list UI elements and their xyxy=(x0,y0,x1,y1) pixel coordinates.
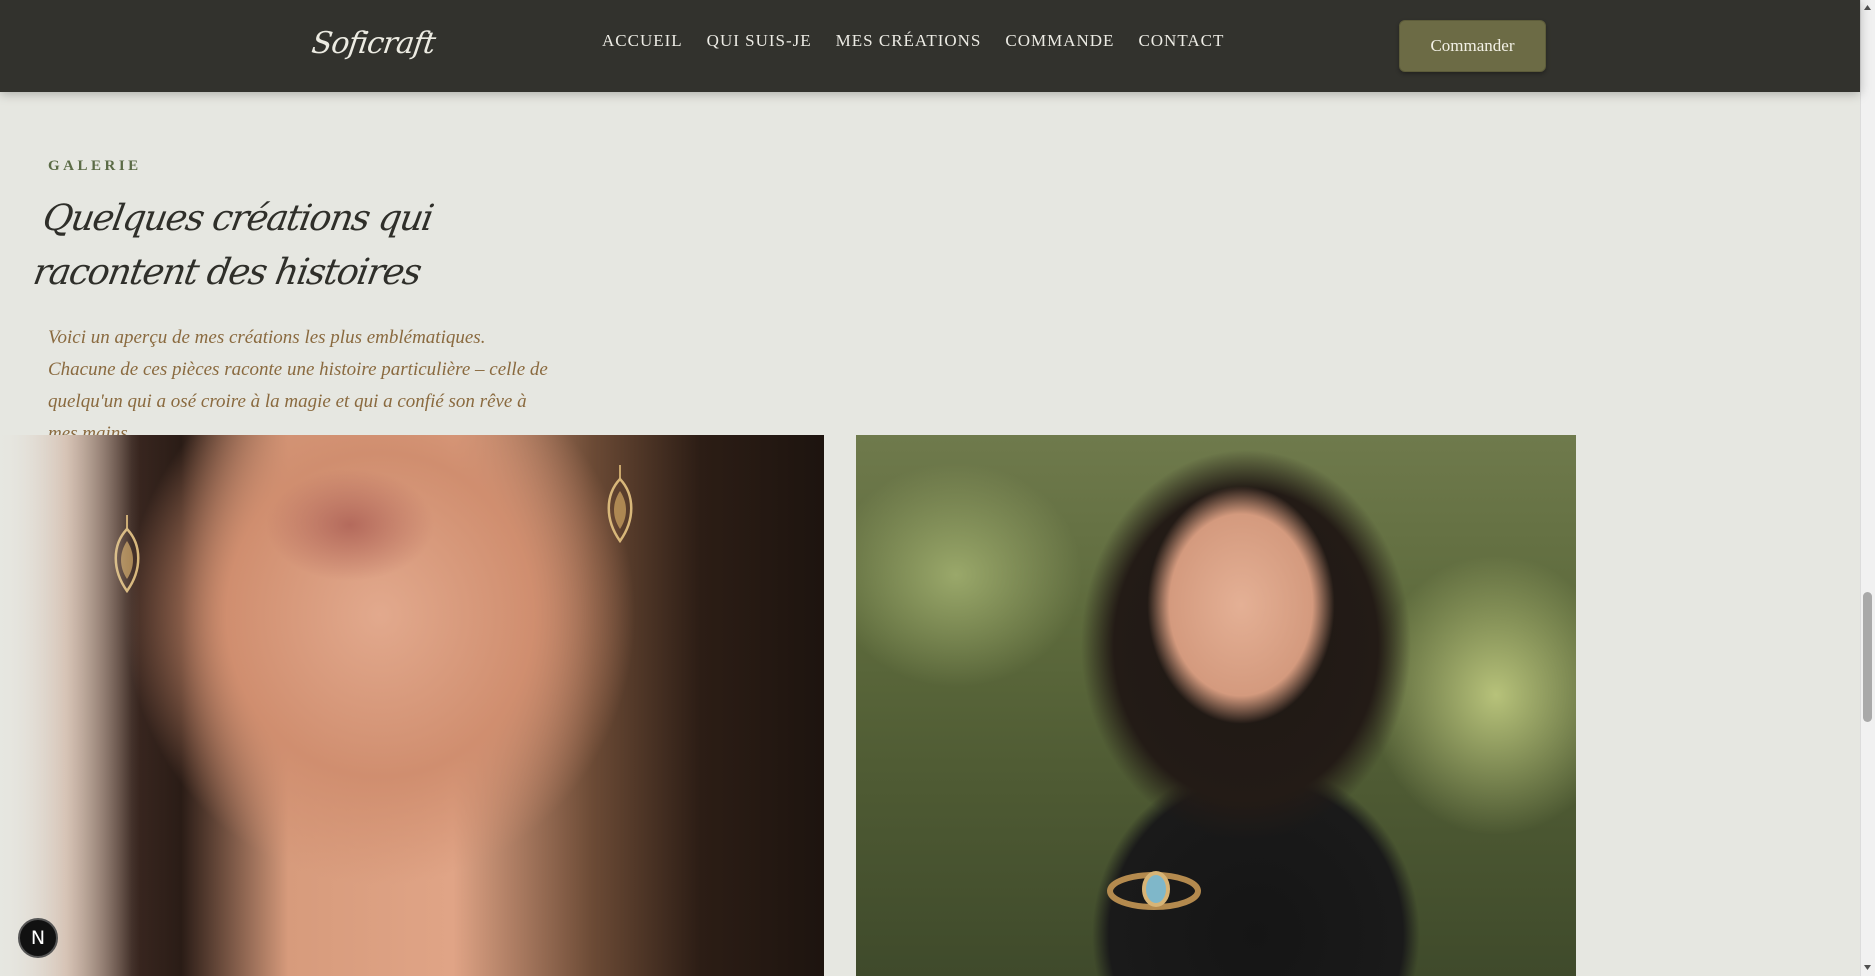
earring-icon xyxy=(114,515,140,593)
earring-icon xyxy=(607,465,633,543)
nav-link-mes-creations[interactable]: MES CRÉATIONS xyxy=(836,31,982,51)
nav-link-commande[interactable]: COMMANDE xyxy=(1005,31,1114,51)
section-eyebrow: GALERIE xyxy=(48,158,142,174)
gallery-photo-bracelet[interactable] xyxy=(856,435,1576,976)
main-nav: ACCUEIL QUI SUIS-JE MES CRÉATIONS COMMAN… xyxy=(602,31,1248,51)
nav-link-qui-suis-je[interactable]: QUI SUIS-JE xyxy=(707,31,812,51)
nav-link-contact[interactable]: CONTACT xyxy=(1138,31,1224,51)
scrollbar-thumb[interactable] xyxy=(1863,592,1872,722)
n-badge-button[interactable]: N xyxy=(18,918,58,958)
bracelet-icon xyxy=(1107,871,1201,910)
scroll-down-arrow-icon[interactable] xyxy=(1863,963,1872,972)
order-button[interactable]: Commander xyxy=(1399,20,1546,72)
section-title: Quelques créations qui racontent des his… xyxy=(30,198,436,293)
nav-link-accueil[interactable]: ACCUEIL xyxy=(602,31,683,51)
section-lead: Voici un aperçu de mes créations les plu… xyxy=(48,327,548,444)
gallery-photo-earrings[interactable] xyxy=(0,435,824,976)
scroll-up-arrow-icon[interactable] xyxy=(1863,3,1872,12)
site-logo[interactable]: Soficraft xyxy=(310,26,437,61)
vertical-scrollbar[interactable] xyxy=(1860,0,1875,976)
site-header: Soficraft ACCUEIL QUI SUIS-JE MES CRÉATI… xyxy=(0,0,1860,92)
